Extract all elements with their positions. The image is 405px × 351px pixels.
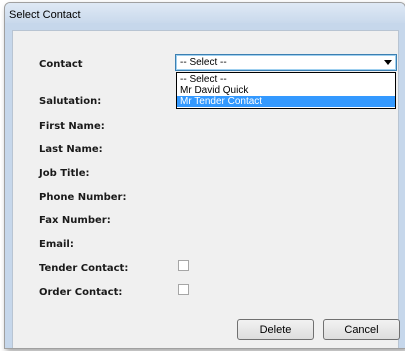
first-name-label: First Name: [39,121,105,132]
dropdown-option-select[interactable]: -- Select -- [177,74,395,85]
email-label: Email: [39,239,74,250]
dropdown-option-tender-contact[interactable]: Mr Tender Contact [177,96,395,107]
job-title-label: Job Title: [39,168,90,179]
contact-label: Contact [39,59,83,70]
dropdown-option-david-quick[interactable]: Mr David Quick [177,85,395,96]
cancel-button[interactable]: Cancel [323,319,400,340]
contact-select-value: -- Select -- [180,57,227,68]
window-title: Select Contact [9,9,81,21]
chevron-down-icon[interactable] [384,60,392,65]
contact-dropdown-list: -- Select -- Mr David Quick Mr Tender Co… [176,72,396,109]
tender-contact-label: Tender Contact: [39,263,129,274]
salutation-label: Salutation: [39,96,102,107]
title-bar[interactable]: Select Contact [5,3,405,23]
contact-select[interactable]: -- Select -- [175,54,397,71]
delete-button[interactable]: Delete [237,319,314,340]
order-contact-label: Order Contact: [39,287,123,298]
select-contact-dialog: Select Contact Contact Salutation: First… [4,2,405,349]
order-contact-checkbox[interactable] [178,284,189,295]
tender-contact-checkbox[interactable] [178,260,189,271]
last-name-label: Last Name: [39,144,103,155]
fax-number-label: Fax Number: [39,215,111,226]
phone-number-label: Phone Number: [39,192,127,203]
